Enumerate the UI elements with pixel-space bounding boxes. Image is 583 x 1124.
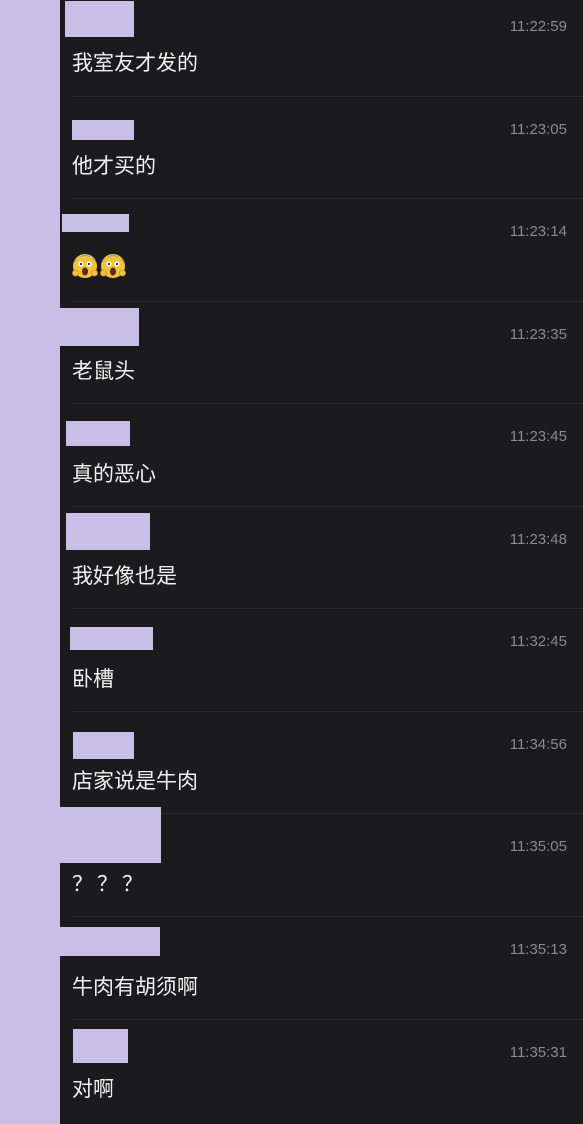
redacted-sender-name: [72, 120, 134, 140]
message-timestamp: 11:32:45: [509, 633, 567, 650]
message-item[interactable]: 11:23:14: [60, 199, 583, 302]
message-item[interactable]: 11:35:13 牛肉有胡须啊: [60, 917, 583, 1020]
message-timestamp: 11:23:45: [509, 428, 567, 445]
redacted-sender-name: [60, 807, 161, 863]
screaming-face-icon: [72, 254, 98, 278]
message-item[interactable]: 11:23:45 真的恶心: [60, 404, 583, 507]
message-item[interactable]: 11:23:35 老鼠头: [60, 302, 583, 404]
message-item[interactable]: 11:23:05 他才买的: [60, 97, 583, 199]
message-text: 牛肉有胡须啊: [72, 975, 198, 999]
message-text: 我好像也是: [72, 564, 177, 588]
emoji-row: [72, 253, 126, 279]
message-item[interactable]: 11:32:45 卧槽: [60, 609, 583, 712]
chat-screen: 11:22:59 我室友才发的 11:23:05 他才买的 11:23:14 1…: [0, 0, 583, 1124]
message-item[interactable]: 11:22:59 我室友才发的: [60, 0, 583, 97]
message-item[interactable]: 11:34:56 店家说是牛肉: [60, 712, 583, 814]
message-list[interactable]: 11:22:59 我室友才发的 11:23:05 他才买的 11:23:14 1…: [60, 0, 583, 1124]
redacted-sender-name: [70, 627, 153, 650]
message-item[interactable]: 11:35:05 ？？？: [60, 807, 583, 917]
screaming-face-icon: [100, 254, 126, 278]
message-timestamp: 11:23:35: [509, 326, 567, 343]
message-text: 店家说是牛肉: [72, 769, 198, 793]
message-timestamp: 11:23:05: [509, 121, 567, 138]
redacted-sender-name: [62, 214, 129, 232]
redacted-avatar-column: [0, 0, 60, 1124]
message-timestamp: 11:35:13: [509, 941, 567, 958]
redacted-sender-name: [60, 927, 160, 956]
redacted-sender-name: [73, 1029, 128, 1063]
message-text: 对啊: [72, 1077, 114, 1101]
message-text: 我室友才发的: [72, 51, 198, 75]
redacted-sender-name: [66, 421, 130, 446]
message-timestamp: 11:35:05: [509, 838, 567, 855]
message-timestamp: 11:35:31: [509, 1044, 567, 1061]
message-text: ？？？: [72, 872, 147, 896]
message-item[interactable]: 11:23:48 我好像也是: [60, 507, 583, 609]
message-text: 卧槽: [72, 667, 114, 691]
message-item[interactable]: 11:35:31 对啊: [60, 1020, 583, 1124]
message-text: 他才买的: [72, 154, 156, 178]
message-text: 真的恶心: [72, 462, 156, 486]
redacted-sender-name: [65, 1, 134, 37]
message-timestamp: 11:23:14: [509, 223, 567, 240]
redacted-sender-name: [66, 513, 150, 550]
message-timestamp: 11:23:48: [509, 531, 567, 548]
redacted-sender-name: [73, 732, 134, 759]
message-text: 老鼠头: [72, 359, 135, 383]
redacted-sender-name: [60, 308, 139, 346]
message-timestamp: 11:22:59: [509, 18, 567, 35]
message-timestamp: 11:34:56: [509, 736, 567, 753]
